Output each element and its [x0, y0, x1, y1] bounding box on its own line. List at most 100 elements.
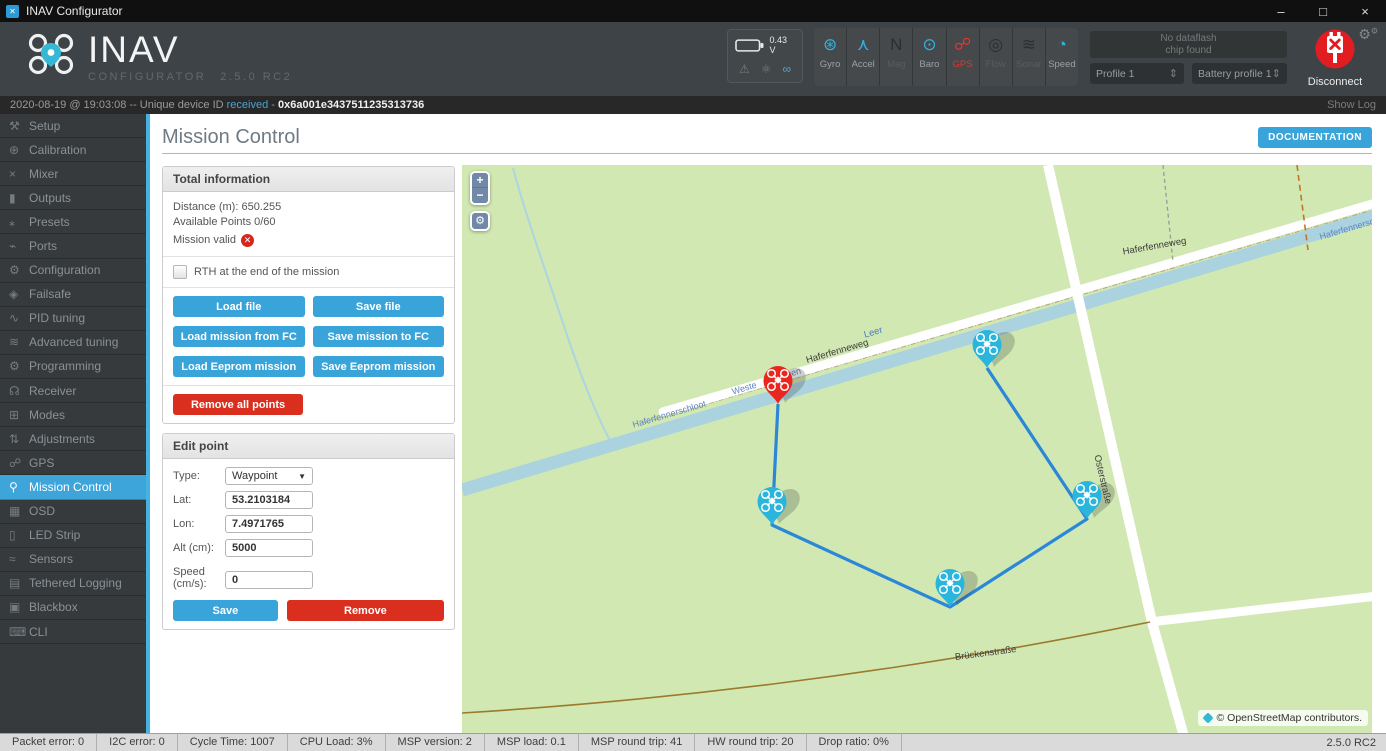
sidebar-item-label: Blackbox [29, 600, 78, 615]
show-log-button[interactable]: Show Log [1327, 99, 1376, 111]
gear-icon: ⚙ [9, 263, 20, 278]
sidebar-item-programming[interactable]: ⚙ Programming [0, 355, 146, 380]
settings-gear-icon[interactable]: ⚙⚙ [1358, 26, 1378, 43]
battery-status-tile: 0.43 V ⚠ ⚛ ∞ [727, 29, 803, 83]
sidebar-item-tethered-logging[interactable]: ▤ Tethered Logging [0, 572, 146, 596]
sidebar-item-outputs[interactable]: ▮ Outputs [0, 186, 146, 211]
drone-logo-icon [28, 33, 74, 75]
type-label: Type: [173, 470, 200, 482]
save-mission-fc-button[interactable]: Save mission to FC [312, 326, 444, 347]
save-file-button[interactable]: Save file [312, 296, 444, 317]
profile-select[interactable]: Profile 1 ⇕ [1090, 63, 1184, 84]
pid-graph-icon: ∿ [9, 311, 20, 326]
firmware-version: 2.5.0 RC2 [1326, 736, 1376, 749]
total-information-panel: Total information Distance (m): 650.255 … [162, 166, 455, 424]
load-mission-fc-button[interactable]: Load mission from FC [173, 326, 305, 347]
sensor-label: Gyro [819, 59, 841, 70]
disconnect-button[interactable]: Disconnect [1305, 29, 1365, 88]
alt-field[interactable] [225, 539, 313, 557]
sidebar-item-osd[interactable]: ▦ OSD [0, 500, 146, 524]
waypoint-marker[interactable] [757, 487, 804, 525]
rth-checkbox[interactable] [173, 265, 187, 279]
sidebar-item-sensors[interactable]: ≈ Sensors [0, 548, 146, 572]
map-label: Leer [863, 325, 884, 341]
sidebar-item-ports[interactable]: ⌁ Ports [0, 234, 146, 259]
waypoint-type-select[interactable]: Waypoint ▼ [225, 467, 313, 485]
battery-icon [735, 38, 764, 52]
logo-version: 2.5.0 RC2 [220, 71, 293, 83]
flow-icon: ◎ [988, 35, 1004, 54]
battery-profile-select[interactable]: Battery profile 1 ⇕ [1192, 63, 1287, 84]
sidebar-item-setup[interactable]: ⚒ Setup [0, 114, 146, 139]
programming-gear-icon: ⚙ [9, 359, 20, 374]
distance-value: Distance (m): 650.255 [173, 201, 282, 213]
waypoint-marker[interactable] [1072, 481, 1119, 519]
sidebar-item-label: Calibration [29, 142, 87, 157]
compass-icon: ⊕ [9, 142, 20, 157]
maximize-button[interactable]: □ [1302, 4, 1344, 19]
save-eeprom-button[interactable]: Save Eeprom mission [312, 356, 444, 377]
sidebar-item-modes[interactable]: ⊞ Modes [0, 403, 146, 428]
mission-path-line [770, 367, 1089, 609]
sensor-label: Flow [985, 59, 1006, 70]
status-item: MSP version: 2 [386, 734, 485, 751]
speed-field[interactable] [225, 571, 313, 589]
minimize-button[interactable]: – [1260, 4, 1302, 19]
sidebar-item-mixer[interactable]: × Mixer [0, 162, 146, 187]
sensor-label: GPS [952, 59, 973, 70]
motor-icon: ▮ [9, 190, 16, 205]
sidebar-item-label: Ports [29, 239, 58, 254]
sidebar-item-mission-control[interactable]: ⚲ Mission Control [0, 475, 146, 500]
documentation-button[interactable]: DOCUMENTATION [1258, 127, 1372, 148]
sidebar-item-led-strip[interactable]: ▯ LED Strip [0, 524, 146, 548]
sidebar-item-label: Receiver [29, 383, 77, 398]
remove-all-points-button[interactable]: Remove all points [173, 394, 304, 415]
lon-field[interactable] [225, 515, 313, 533]
zoom-out-button[interactable]: − [472, 188, 488, 203]
sensor-label: Baro [919, 59, 940, 70]
warning-icon: ⚠ [739, 62, 750, 76]
sonar-icon: ≋ [1021, 35, 1036, 54]
app-header: INAV CONFIGURATOR 2.5.0 RC2 0.43 V ⚠ ⚛ ∞ … [0, 22, 1386, 96]
sensor-tile-flow: ◎ Flow [979, 28, 1012, 86]
lat-field[interactable] [225, 491, 313, 509]
sensor-label: Speed [1048, 59, 1076, 70]
sidebar-item-adjustments[interactable]: ⇅ Adjustments [0, 427, 146, 452]
map-labels: HaferfennerschlootWestengenHaferfenneweg… [631, 210, 1372, 663]
remove-point-button[interactable]: Remove [286, 600, 444, 621]
usb-disconnect-icon [1315, 29, 1355, 69]
load-eeprom-button[interactable]: Load Eeprom mission [173, 356, 305, 377]
speed-label: Speed (cm/s): [173, 566, 207, 590]
receiver-icon: ☊ [9, 383, 20, 398]
waypoint-marker[interactable] [935, 569, 982, 607]
title-underline [162, 153, 1372, 154]
inav-logo: INAV CONFIGURATOR 2.5.0 RC2 [26, 30, 306, 83]
invalid-cross-icon: ✕ [240, 234, 254, 247]
sidebar-item-cli[interactable]: ⌨ CLI [0, 620, 146, 645]
sidebar-item-calibration[interactable]: ⊕ Calibration [0, 138, 146, 163]
logging-icon: ▤ [9, 576, 21, 591]
close-button[interactable]: × [1344, 4, 1386, 19]
sidebar-item-blackbox[interactable]: ▣ Blackbox [0, 596, 146, 620]
sidebar-item-presets[interactable]: ⁎ Presets [0, 210, 146, 235]
sidebar-item-receiver[interactable]: ☊ Receiver [0, 379, 146, 404]
status-item: CPU Load: 3% [288, 734, 386, 751]
save-point-button[interactable]: Save [173, 600, 278, 621]
sidebar-item-gps[interactable]: ☍ GPS [0, 451, 146, 476]
sidebar-item-failsafe[interactable]: ◈ Failsafe [0, 283, 146, 307]
sidebar-item-configuration[interactable]: ⚙ Configuration [0, 259, 146, 283]
sidebar-item-advanced-tuning[interactable]: ≋ Advanced tuning [0, 331, 146, 355]
sidebar-item-label: Tethered Logging [29, 576, 122, 591]
speed-icon: ◔ [1056, 35, 1068, 54]
map-label: Brückenstraße [954, 644, 1017, 663]
map-settings-button[interactable]: ⚙ [470, 211, 490, 231]
waypoint-marker[interactable] [972, 330, 1019, 368]
sidebar-item-pid-tuning[interactable]: ∿ PID tuning [0, 307, 146, 331]
mission-map[interactable]: HaferfennerschlootWestengenHaferfenneweg… [462, 165, 1372, 733]
canal [462, 210, 1372, 497]
alt-label: Alt (cm): [173, 542, 214, 554]
mission-route [770, 367, 1089, 609]
zoom-in-button[interactable]: + [472, 173, 488, 188]
road-osterstrasse [1043, 165, 1189, 733]
load-file-button[interactable]: Load file [173, 296, 305, 317]
